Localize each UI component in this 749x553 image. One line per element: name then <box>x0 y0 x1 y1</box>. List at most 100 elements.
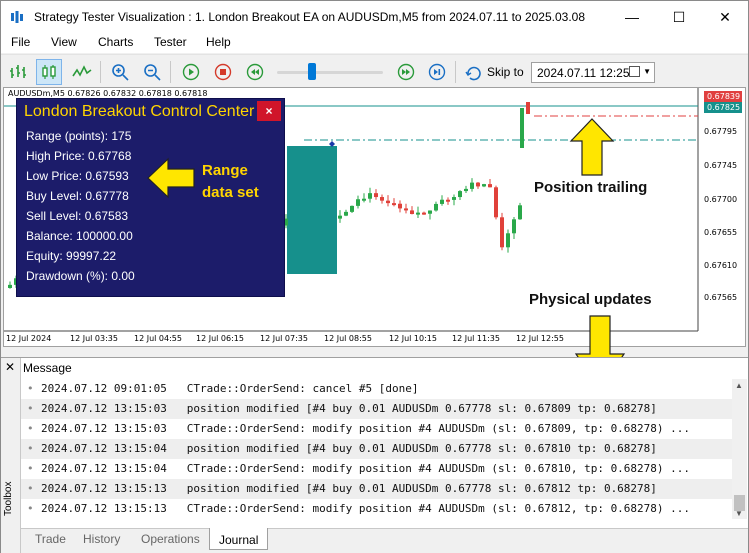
range-points: Range (points): 175 <box>26 129 132 143</box>
scroll-down-icon[interactable]: ▼ <box>735 509 743 518</box>
candlestick-button[interactable] <box>36 59 62 85</box>
window-title: Strategy Tester Visualization : 1. Londo… <box>34 10 585 24</box>
menu-tester[interactable]: Tester <box>154 35 187 49</box>
toolbox-tabs: Trade History Operations Journal <box>21 528 748 553</box>
app-icon <box>11 11 23 23</box>
speed-slider[interactable] <box>277 71 383 74</box>
log-scrollbar[interactable]: ▲ ▼ <box>732 379 747 519</box>
candle-body <box>512 219 516 234</box>
line-chart-button[interactable] <box>69 59 95 85</box>
journal-log: • 2024.07.12 09:01:05 CTrade::OrderSend: … <box>21 379 732 519</box>
price-tag-red: 0.67839 <box>704 91 742 102</box>
fast-forward-button[interactable] <box>393 59 419 85</box>
strategy-tester-window: Strategy Tester Visualization : 1. Londo… <box>0 0 749 553</box>
minimize-button[interactable]: — <box>609 1 655 33</box>
time-axis-label: 12 Jul 10:15 <box>389 334 437 343</box>
maximize-button[interactable]: ☐ <box>656 1 702 33</box>
candle-body <box>476 182 480 187</box>
tab-operations[interactable]: Operations <box>135 532 206 546</box>
menu-file[interactable]: File <box>11 35 30 49</box>
speed-slider-thumb[interactable] <box>308 63 316 80</box>
candle-body <box>416 212 420 215</box>
log-row[interactable]: • 2024.07.12 13:15:03 position modified [… <box>21 399 732 419</box>
candle-body <box>440 199 444 204</box>
log-row[interactable]: • 2024.07.12 13:15:04 CTrade::OrderSend: … <box>21 459 732 479</box>
candle-body <box>374 193 378 198</box>
close-button[interactable]: ✕ <box>702 1 748 33</box>
price-axis-label: 0.67610 <box>704 261 738 270</box>
time-axis-label: 12 Jul 12:55 <box>516 334 564 343</box>
toolbar-separator <box>455 61 456 83</box>
toolbox-panel: ✕ Toolbox Message • 2024.07.12 09:01:05 C… <box>1 357 748 553</box>
scroll-up-icon[interactable]: ▲ <box>735 381 743 390</box>
log-row[interactable]: • 2024.07.12 13:15:13 CTrade::OrderSend: … <box>21 499 732 519</box>
toolbox-close-icon[interactable]: ✕ <box>5 360 15 374</box>
skip-refresh-icon <box>465 66 481 81</box>
tab-history[interactable]: History <box>77 532 126 546</box>
candle-body <box>338 215 342 219</box>
buy-level: Buy Level: 0.67778 <box>26 189 129 203</box>
candle-body <box>404 208 408 211</box>
log-row[interactable]: • 2024.07.12 13:15:03 CTrade::OrderSend: … <box>21 419 732 439</box>
stop-button[interactable] <box>210 59 236 85</box>
log-row[interactable]: • 2024.07.12 13:15:04 position modified [… <box>21 439 732 459</box>
candle-body <box>428 210 432 214</box>
message-column-header[interactable]: Message <box>23 361 72 375</box>
step-forward-button[interactable] <box>424 59 450 85</box>
sell-level: Sell Level: 0.67583 <box>26 209 129 223</box>
rewind-button[interactable] <box>242 59 268 85</box>
price-tag-teal: 0.67825 <box>704 102 742 113</box>
line-chart-icon <box>72 65 92 77</box>
skip-to-date-field[interactable]: 2024.07.11 12:25 ▼ <box>531 62 655 83</box>
zoom-in-button[interactable] <box>107 59 133 85</box>
toolbox-sidebar: ✕ Toolbox <box>1 358 21 553</box>
candle-body <box>518 205 522 220</box>
candle-body <box>392 203 396 206</box>
time-axis-label: 12 Jul 06:15 <box>196 334 244 343</box>
calendar-icon[interactable] <box>629 66 640 77</box>
bar-chart-button[interactable] <box>5 59 31 85</box>
step-forward-icon <box>428 63 446 81</box>
skip-to-date-value: 2024.07.11 12:25 <box>537 66 630 80</box>
tab-journal[interactable]: Journal <box>209 528 269 550</box>
toolbar: Skip to 2024.07.11 12:25 ▼ <box>1 54 748 88</box>
candle-body <box>494 187 498 218</box>
candle-body <box>526 102 530 114</box>
log-row[interactable]: • 2024.07.12 13:15:13 position modified [… <box>21 479 732 499</box>
price-axis-label: 0.67655 <box>704 228 738 237</box>
rewind-icon <box>246 63 264 81</box>
menu-view[interactable]: View <box>51 35 77 49</box>
candle-body <box>350 205 354 212</box>
chevron-down-icon[interactable]: ▼ <box>643 67 651 76</box>
tab-trade[interactable]: Trade <box>29 532 72 546</box>
toolbar-separator <box>100 61 101 83</box>
equity: Equity: 99997.22 <box>26 249 117 263</box>
high-price: High Price: 0.67768 <box>26 149 132 163</box>
balance: Balance: 100000.00 <box>26 229 133 243</box>
price-axis-label: 0.67700 <box>704 195 738 204</box>
menu-charts[interactable]: Charts <box>98 35 133 49</box>
low-price: Low Price: 0.67593 <box>26 169 129 183</box>
bar-chart-icon <box>10 65 26 78</box>
candle-body <box>488 184 492 188</box>
candle-body <box>362 198 366 201</box>
skip-to-label: Skip to <box>487 65 524 79</box>
play-button[interactable] <box>178 59 204 85</box>
candle-body <box>520 108 524 148</box>
toolbox-label: Toolbox <box>3 481 14 516</box>
candle-body <box>398 203 402 209</box>
menu-help[interactable]: Help <box>206 35 231 49</box>
panel-close-button[interactable]: × <box>257 101 281 121</box>
skip-to-button[interactable] <box>461 59 487 85</box>
zoom-out-button[interactable] <box>139 59 165 85</box>
toolbar-separator <box>170 61 171 83</box>
candle-body <box>8 284 12 288</box>
range-annotation-line2: data set <box>202 184 259 201</box>
time-axis-label: 12 Jul 04:55 <box>134 334 182 343</box>
range-annotation-line1: Range <box>202 162 248 179</box>
stop-icon <box>214 63 232 81</box>
time-axis-label: 12 Jul 08:55 <box>324 334 372 343</box>
candle-body <box>446 199 450 202</box>
candle-body <box>434 203 438 211</box>
log-row[interactable]: • 2024.07.12 09:01:05 CTrade::OrderSend: … <box>21 379 732 399</box>
